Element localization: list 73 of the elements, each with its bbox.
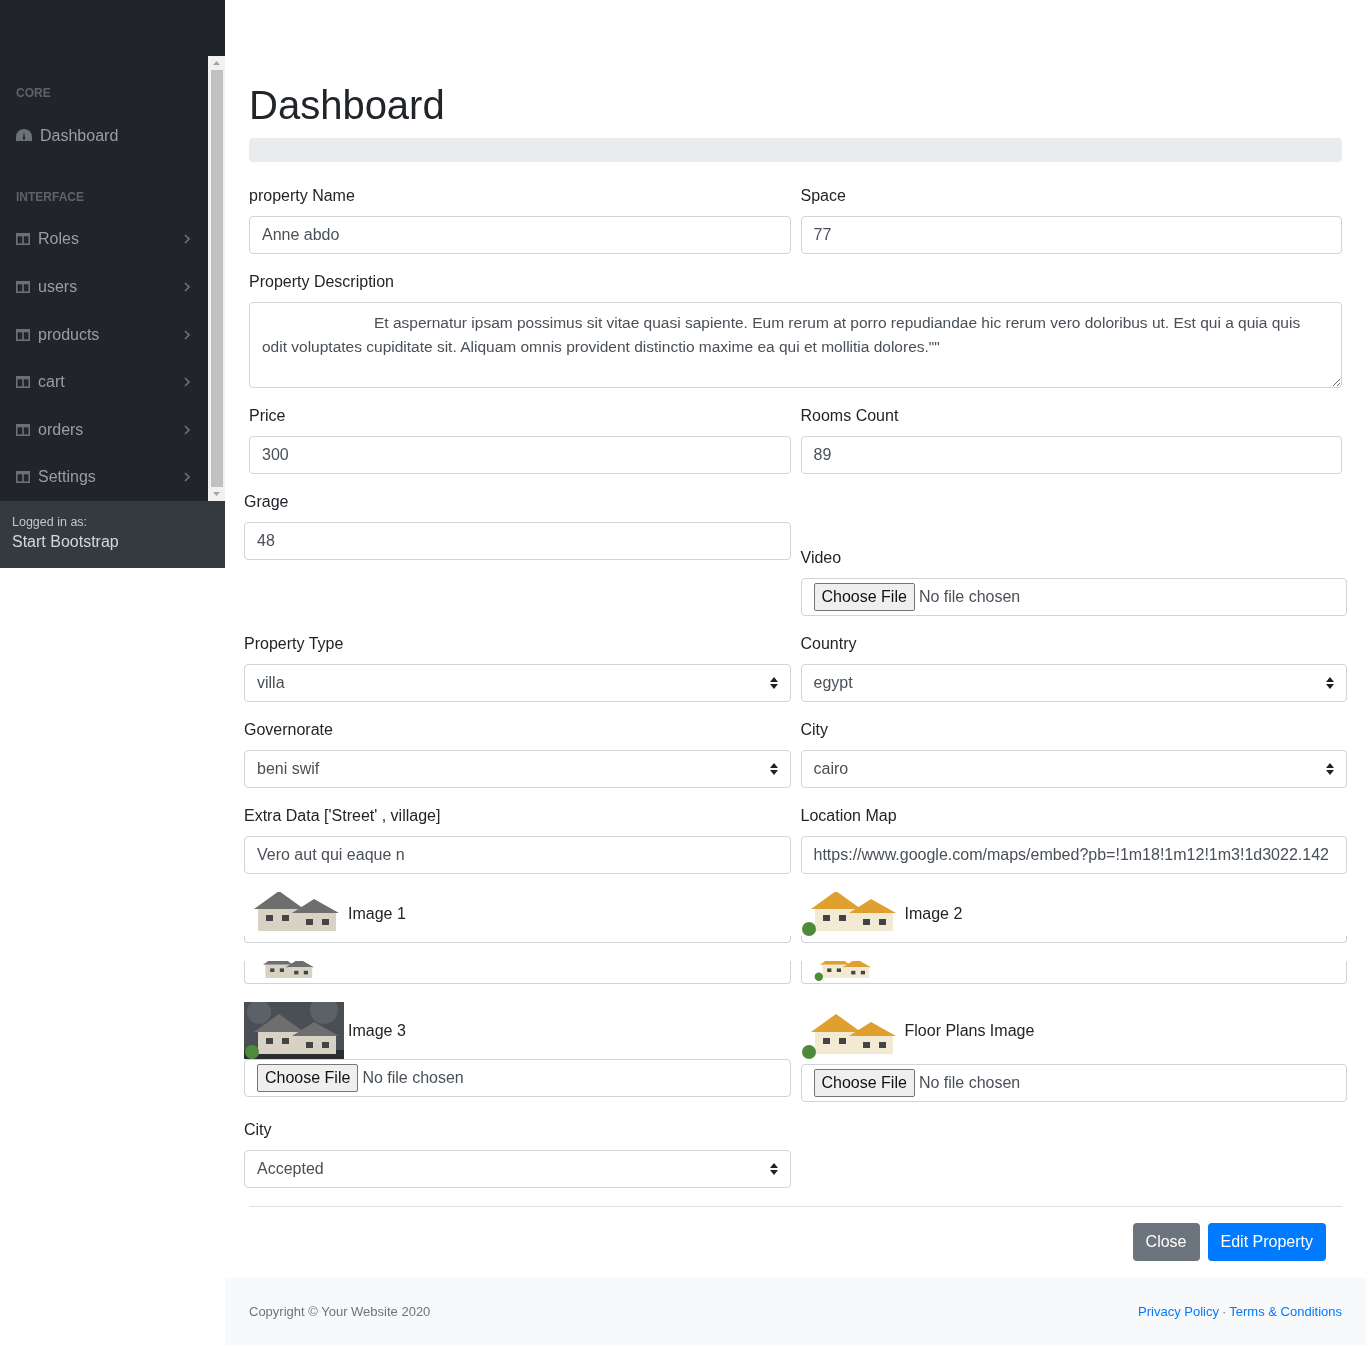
scroll-down-icon[interactable] (213, 492, 220, 496)
sidebar-item[interactable]: Roles (0, 215, 208, 264)
field-label: Extra Data ['Street' , village] (244, 806, 442, 826)
columns-icon (16, 280, 30, 293)
columns-icon (16, 328, 30, 341)
input-field[interactable]: 48 (244, 522, 791, 560)
field-label: Video (800, 548, 843, 568)
file-input[interactable]: Choose File No file chosen (800, 1064, 1347, 1102)
scrollbar[interactable] (208, 56, 225, 501)
scroll-up-icon[interactable] (213, 61, 220, 65)
file-status: No file chosen (362, 1069, 464, 1087)
sidebar-item[interactable]: products (0, 310, 208, 359)
page-title: Dashboard (249, 82, 446, 128)
input-field[interactable]: 300 (249, 436, 791, 474)
sort-icon (769, 763, 778, 775)
input-field[interactable]: Anne abdo (249, 216, 791, 254)
logged-in-caption: Logged in as: (12, 515, 89, 529)
sort-icon (1326, 677, 1334, 689)
choose-file-button[interactable]: Choose File (813, 1069, 915, 1097)
field-label: City (244, 1120, 273, 1140)
columns-icon (16, 376, 30, 389)
input-field[interactable]: https://www.google.com/maps/embed?pb=!1m18!1m12!1m3!1d3022.142 (800, 836, 1347, 874)
field-label: Location Map (800, 806, 898, 826)
image-label: Floor Plans Image (904, 1021, 1035, 1040)
close-button[interactable]: Close (1132, 1223, 1200, 1261)
select-field[interactable]: beni swif (244, 750, 791, 788)
sidebar-item[interactable]: cart (0, 358, 208, 406)
sort-icon (1326, 763, 1334, 775)
file-status: No file chosen (918, 588, 1021, 606)
field-label: property Name (249, 186, 356, 206)
image-label: Image 3 (348, 1021, 406, 1040)
gauge-icon (16, 129, 32, 143)
input-field[interactable]: Vero aut qui eaque n (244, 836, 791, 874)
input-field[interactable]: 77 (800, 216, 1342, 254)
select-field[interactable]: villa (244, 664, 791, 702)
footer-link[interactable]: Terms & Conditions (1229, 1304, 1342, 1319)
sidebar-item[interactable]: Dashboard (0, 112, 208, 160)
select-field[interactable]: Accepted (244, 1150, 791, 1188)
select-field[interactable]: egypt (800, 664, 1347, 702)
edit-button[interactable]: Edit Property (1207, 1223, 1326, 1261)
image-label: Image 2 (904, 905, 963, 923)
choose-file-button[interactable]: Choose File (257, 1064, 359, 1092)
columns-icon (16, 471, 30, 484)
file-status: No file chosen (918, 1074, 1021, 1092)
field-label: Country (800, 634, 858, 654)
file-input[interactable]: Choose File No file chosen (244, 1059, 791, 1097)
image-label: Image 1 (348, 905, 406, 923)
sort-icon (769, 1163, 778, 1175)
section-heading: INTERFACE (15, 188, 85, 206)
field-label: Property Description (249, 272, 395, 292)
separator: · (1221, 1304, 1227, 1319)
choose-file-button[interactable]: Choose File (813, 583, 915, 611)
field-label: Grage (244, 492, 290, 512)
sort-icon (769, 677, 778, 689)
select-field[interactable]: cairo (800, 750, 1347, 788)
field-label: Space (800, 186, 847, 206)
text-area[interactable]: Et aspernatur ipsam possimus sit vitae quasi sapiente. Eum rerum at porro repudiandae hic rerum vero doloribus ut. Est qui a quia quis odit voluptates cupiditate sit. Aliquam omnis provident distinctio maxime ea qui et mollitia dolores."" (249, 302, 1342, 388)
sidebar-item[interactable]: users (0, 263, 208, 311)
field-label: Price (249, 406, 287, 426)
copyright-text: Copyright © Your Website 2020 (249, 1304, 431, 1319)
user-name: Start Bootstrap (12, 533, 120, 551)
sidebar-item[interactable]: Settings (0, 453, 208, 502)
field-label: Governorate (244, 720, 334, 740)
columns-icon (16, 233, 30, 246)
sidebar-item[interactable]: orders (0, 405, 208, 454)
section-heading: CORE (15, 85, 52, 102)
input-field[interactable]: 89 (800, 436, 1342, 474)
footer-link[interactable]: Privacy Policy (1138, 1304, 1219, 1319)
columns-icon (16, 423, 30, 436)
field-label: Property Type (244, 634, 345, 654)
field-label: Rooms Count (800, 406, 900, 426)
file-input[interactable]: Choose File No file chosen (800, 578, 1347, 616)
field-label: City (800, 720, 830, 740)
